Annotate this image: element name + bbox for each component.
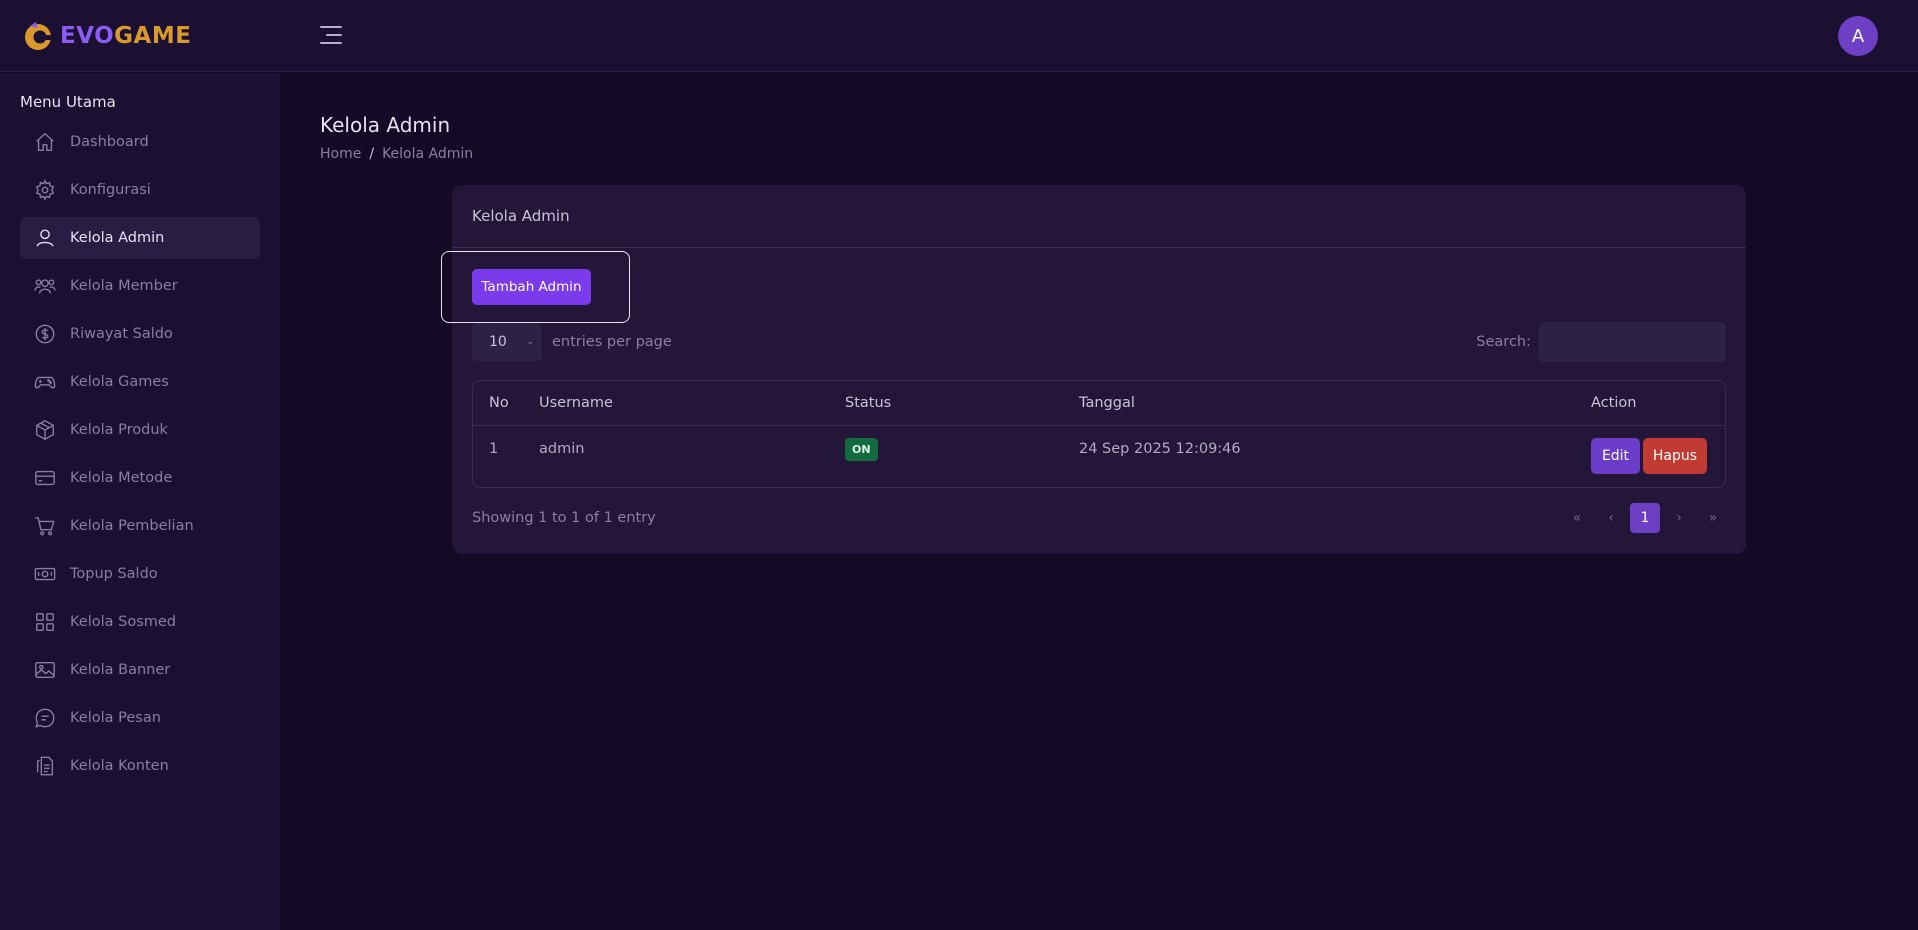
sidebar-item-label: Kelola Konten <box>70 758 169 774</box>
entries-value: 10 <box>489 334 507 350</box>
document-icon <box>34 755 56 777</box>
search-label: Search: <box>1476 334 1531 350</box>
sidebar-item-kelola-banner[interactable]: Kelola Banner <box>20 649 260 691</box>
sidebar-item-kelola-pembelian[interactable]: Kelola Pembelian <box>20 505 260 547</box>
sidebar-item-label: Topup Saldo <box>70 566 158 582</box>
logo-icon <box>25 22 51 50</box>
breadcrumb-home-link[interactable]: Home <box>320 146 361 162</box>
sidebar-item-riwayat-saldo[interactable]: Riwayat Saldo <box>20 313 260 355</box>
grid-icon <box>34 611 56 633</box>
admin-card: Kelola Admin Tambah Admin 10 ⌄ entries p… <box>441 185 1746 554</box>
admin-table: No Username Status Tanggal Action 1 admi… <box>472 380 1726 488</box>
showing-info: Showing 1 to 1 of 1 entry <box>472 510 656 526</box>
sidebar-item-label: Dashboard <box>70 134 149 150</box>
top-header: EVOGAME A <box>0 0 1918 72</box>
chevron-down-icon: ⌄ <box>526 337 534 347</box>
sidebar-item-label: Kelola Pesan <box>70 710 161 726</box>
user-icon <box>34 227 56 249</box>
sidebar: Menu Utama Dashboard Konfigurasi Kelola … <box>0 73 280 930</box>
pagination-next[interactable]: › <box>1664 503 1694 533</box>
breadcrumb: Home / Kelola Admin <box>320 146 473 162</box>
brand-logo[interactable]: EVOGAME <box>22 20 191 52</box>
sidebar-item-kelola-konten[interactable]: Kelola Konten <box>20 745 260 787</box>
sidebar-menu: Dashboard Konfigurasi Kelola Admin Kelol… <box>20 121 260 793</box>
cell-tanggal: 24 Sep 2025 12:09:46 <box>1079 441 1241 457</box>
image-icon <box>34 659 56 681</box>
page-title: Kelola Admin <box>320 113 451 137</box>
sidebar-item-kelola-sosmed[interactable]: Kelola Sosmed <box>20 601 260 643</box>
sidebar-item-kelola-games[interactable]: Kelola Games <box>20 361 260 403</box>
sidebar-item-topup-saldo[interactable]: Topup Saldo <box>20 553 260 595</box>
sidebar-item-label: Kelola Metode <box>70 470 173 486</box>
home-icon <box>34 131 56 153</box>
entries-per-page-select[interactable]: 10 ⌄ <box>472 323 542 361</box>
pagination-first[interactable]: « <box>1562 503 1592 533</box>
users-icon <box>34 275 56 297</box>
dollar-icon <box>34 323 56 345</box>
edit-button[interactable]: Edit <box>1591 438 1640 474</box>
entries-label: entries per page <box>552 334 672 350</box>
cell-status: ON <box>845 418 878 480</box>
sidebar-item-konfigurasi[interactable]: Konfigurasi <box>20 169 260 211</box>
pagination-last[interactable]: » <box>1698 503 1728 533</box>
sidebar-item-dashboard[interactable]: Dashboard <box>20 121 260 163</box>
sidebar-item-label: Konfigurasi <box>70 182 151 198</box>
sidebar-item-label: Kelola Banner <box>70 662 171 678</box>
sidebar-item-label: Kelola Pembelian <box>70 518 194 534</box>
sidebar-item-kelola-produk[interactable]: Kelola Produk <box>20 409 260 451</box>
gear-icon <box>34 179 56 201</box>
sidebar-item-label: Kelola Games <box>70 374 169 390</box>
chat-icon <box>34 707 56 729</box>
card-title: Kelola Admin <box>452 185 1746 248</box>
pagination-page-current[interactable]: 1 <box>1630 503 1660 533</box>
cash-icon <box>34 563 56 585</box>
sidebar-item-kelola-metode[interactable]: Kelola Metode <box>20 457 260 499</box>
sidebar-item-label: Kelola Member <box>70 278 178 294</box>
pagination: « ‹ 1 › » <box>1562 503 1728 533</box>
pagination-prev[interactable]: ‹ <box>1596 503 1626 533</box>
sidebar-item-kelola-member[interactable]: Kelola Member <box>20 265 260 307</box>
cart-icon <box>34 515 56 537</box>
card-icon <box>34 467 56 489</box>
search-input[interactable] <box>1539 322 1726 362</box>
cell-no: 1 <box>489 441 499 457</box>
sidebar-item-label: Kelola Sosmed <box>70 614 177 630</box>
cell-username: admin <box>539 441 585 457</box>
sidebar-title: Menu Utama <box>20 93 116 111</box>
sidebar-item-kelola-pesan[interactable]: Kelola Pesan <box>20 697 260 739</box>
avatar[interactable]: A <box>1838 16 1878 56</box>
sidebar-item-label: Riwayat Saldo <box>70 326 173 342</box>
breadcrumb-current: Kelola Admin <box>382 146 474 162</box>
column-header-action: Action <box>1591 395 1637 411</box>
entries-control: 10 ⌄ entries per page <box>472 323 672 361</box>
search-control: Search: <box>1476 322 1726 362</box>
box-icon <box>34 419 56 441</box>
table-row: 1 admin ON 24 Sep 2025 12:09:46 Edit Hap… <box>473 426 1725 487</box>
add-admin-button[interactable]: Tambah Admin <box>472 269 591 305</box>
gamepad-icon <box>34 371 56 393</box>
row-actions: Edit Hapus <box>1591 438 1707 474</box>
sidebar-item-label: Kelola Produk <box>70 422 168 438</box>
delete-button[interactable]: Hapus <box>1643 438 1707 474</box>
status-badge: ON <box>845 437 878 461</box>
brand-name: EVOGAME <box>60 23 192 49</box>
sidebar-item-label: Kelola Admin <box>70 230 165 246</box>
sidebar-item-kelola-admin[interactable]: Kelola Admin <box>20 217 260 259</box>
menu-toggle-icon[interactable] <box>320 26 342 46</box>
breadcrumb-separator: / <box>369 146 375 162</box>
